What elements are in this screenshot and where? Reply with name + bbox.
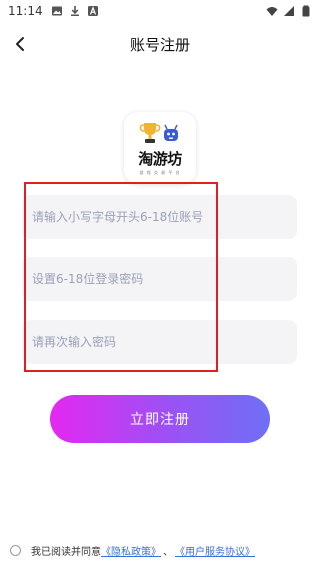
logo-tagline: 游 戏 交 易 平 台 (139, 170, 181, 175)
register-button[interactable]: 立即注册 (50, 395, 270, 443)
back-button[interactable] (6, 30, 34, 58)
highlight-box (24, 182, 218, 372)
status-bar: 11:14 (0, 0, 320, 22)
status-time: 11:14 (8, 4, 43, 18)
privacy-policy-link[interactable]: 《隐私政策》 (101, 543, 161, 558)
page-title: 账号注册 (129, 35, 190, 54)
agreement-separator: 、 (163, 546, 173, 558)
chevron-left-icon (16, 37, 24, 51)
logo-name: 淘游坊 (138, 150, 182, 168)
terms-link[interactable]: 《用户服务协议》 (175, 543, 255, 558)
a-badge-icon (87, 6, 98, 16)
download-icon (70, 6, 79, 16)
trophy-gamepad-icon (139, 123, 178, 143)
agreement-prefix: 我已阅读并同意 (31, 546, 101, 558)
agreement-row: 我已阅读并同意 《隐私政策》 、 《用户服务协议》 (10, 541, 310, 559)
app-logo: 淘游坊 游 戏 交 易 平 台 (124, 112, 196, 184)
wifi-icon (266, 7, 278, 16)
signal-icon (284, 6, 294, 16)
nav-bar: 账号注册 (0, 28, 320, 60)
image-icon (51, 6, 62, 16)
status-icons-left (51, 5, 99, 17)
agree-checkbox[interactable] (10, 544, 21, 556)
status-icons-right (266, 5, 312, 17)
battery-icon (302, 5, 310, 17)
